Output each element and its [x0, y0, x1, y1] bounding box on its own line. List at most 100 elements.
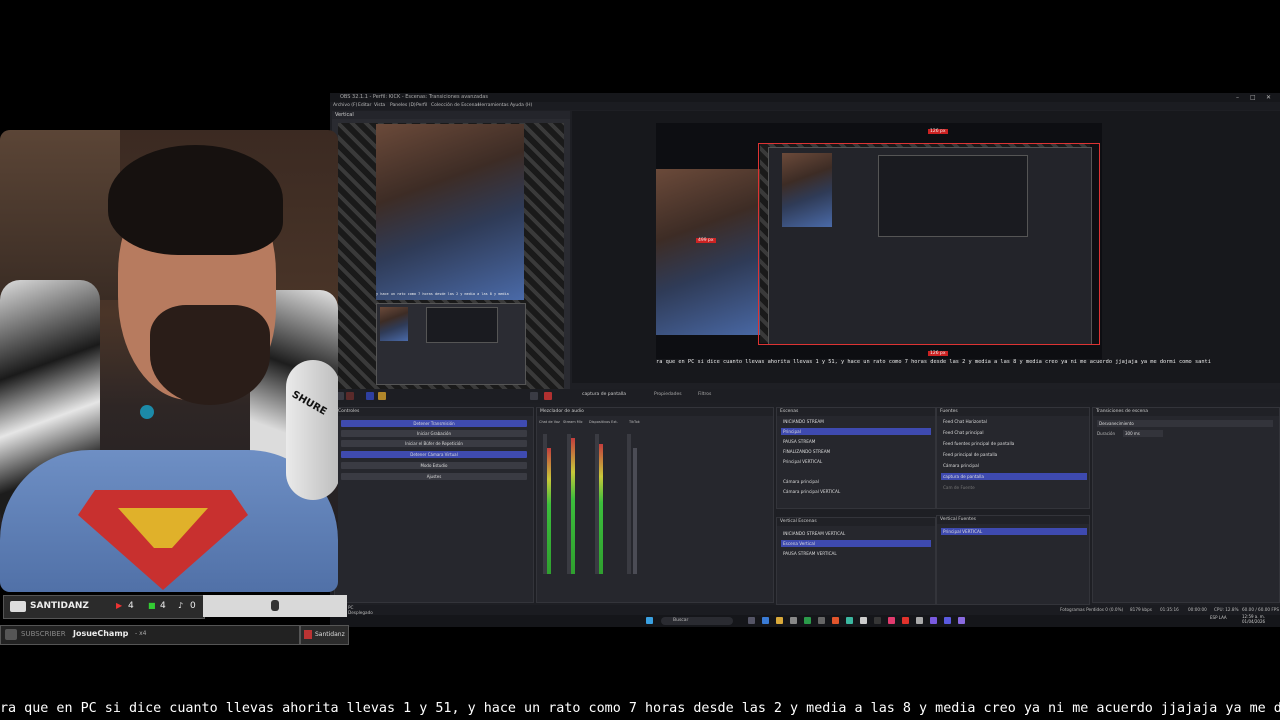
channel-3-label: Dispositivos Ext. — [589, 420, 618, 424]
taskbar-clock-date[interactable]: 01/04/2026 — [1242, 619, 1265, 624]
task-view-icon[interactable] — [748, 617, 755, 624]
app-icon[interactable] — [930, 617, 937, 624]
source-item[interactable]: Feed Chat principal — [941, 429, 1087, 436]
menu-archivo[interactable]: Archivo (F) — [333, 102, 357, 110]
toolbar-icon-3[interactable] — [366, 392, 374, 400]
xbox-icon[interactable] — [804, 617, 811, 624]
source-item[interactable]: Cámara principal — [941, 462, 1087, 469]
vertical-source-item-selected[interactable]: Principal VERTICAL — [941, 528, 1087, 535]
toolbar-icon-5[interactable] — [530, 392, 538, 400]
minimize-icon[interactable]: – — [1236, 93, 1239, 102]
status-frames: Fotogramas Perdidos 0 (0.0%) — [1060, 607, 1124, 612]
explorer-icon[interactable] — [776, 617, 783, 624]
vertical-scenes-title: Vertical Escenas — [777, 518, 935, 526]
status-bitrate: 8179 kbps — [1130, 607, 1152, 612]
discord-icon[interactable] — [944, 617, 951, 624]
vertical-caption: y hace un rato como 7 horas desde las 2 … — [376, 292, 509, 296]
subscriber-label: SUBSCRIBER — [21, 630, 66, 638]
obs-menubar: Archivo (F) Editar Vista Paneles (D) Per… — [330, 102, 1280, 110]
subscriber-extra: - x4 — [135, 630, 147, 637]
store-icon[interactable] — [790, 617, 797, 624]
menu-paneles[interactable]: Paneles (D) — [390, 102, 416, 110]
subtitle-caption: ra que en PC si dice cuanto llevas ahori… — [0, 701, 1280, 716]
scene-item[interactable]: Cámara principal — [781, 478, 931, 485]
menu-editar[interactable]: Editar — [358, 102, 371, 110]
preview-selection-box[interactable] — [758, 143, 1100, 345]
overlay-light-bar — [203, 595, 347, 617]
menu-perfil[interactable]: Perfil — [416, 102, 427, 110]
vertical-scene-item[interactable]: PAUSA STREAM VERTICAL — [781, 550, 931, 557]
vertical-sources-title: Vertical Fuentes — [937, 516, 1089, 524]
app-icon[interactable] — [902, 617, 909, 624]
properties-button[interactable]: Propiedades — [654, 392, 682, 397]
app-icon[interactable] — [832, 617, 839, 624]
preview-camera-feed — [656, 169, 772, 335]
vertical-scene-item-selected[interactable]: Escena Vertical — [781, 540, 931, 547]
scene-item[interactable]: Cámara principal VERTICAL — [781, 488, 931, 495]
stop-virtual-camera-button[interactable]: Detener Cámara Virtual — [341, 451, 527, 458]
source-item[interactable]: Feed Chat Horizontal — [941, 418, 1087, 425]
app-icon[interactable] — [916, 617, 923, 624]
toolbar-icon-2[interactable] — [346, 392, 354, 400]
earbud — [140, 405, 154, 419]
taskbar-language[interactable]: ESP LAA — [1210, 615, 1227, 620]
source-item[interactable]: Feed fuentes principal de pantalla — [941, 440, 1087, 447]
stop-stream-button[interactable]: Detener Transmisión — [341, 420, 527, 427]
app-icon[interactable] — [860, 617, 867, 624]
toolbar-icon-4[interactable] — [378, 392, 386, 400]
scene-item[interactable]: FINALIZANDO STREAM — [781, 448, 931, 455]
source-item[interactable]: Cam de Fuente — [941, 484, 1087, 491]
scene-item[interactable]: INICIANDO STREAM — [781, 418, 931, 425]
edge-icon[interactable] — [762, 617, 769, 624]
main-preview-canvas[interactable]: 126 px 126 px 499 px ra que en PC si dic… — [656, 123, 1211, 365]
source-toolbar: captura de pantalla Propiedades Filtros — [330, 389, 1280, 403]
start-recording-button[interactable]: Iniciar Grabación — [341, 430, 527, 437]
streamer-name-bar: SANTIDANZ ▶ 4 ■ 4 ♪ 0 — [3, 595, 205, 619]
controls-title: Controles — [335, 408, 533, 416]
vertical-preview-dock: Vertical y hace un rato como 7 horas des… — [332, 111, 570, 397]
settings-button[interactable]: Ajustes — [341, 473, 527, 480]
small-avatar — [304, 630, 312, 639]
small-name: Santidanz — [315, 631, 345, 638]
background-shelf — [0, 130, 120, 300]
settings-gear-icon[interactable] — [818, 617, 825, 624]
main-preview-area[interactable]: 126 px 126 px 499 px ra que en PC si dic… — [572, 111, 1280, 383]
menu-vista[interactable]: Vista — [374, 102, 385, 110]
audio-mixer-panel: Mezclador de audio Chat de Voz Stream Mi… — [536, 407, 774, 603]
source-item[interactable]: Feed principal de pantalla — [941, 451, 1087, 458]
scene-item-selected[interactable]: Principal — [781, 428, 931, 435]
audio-mixer-title: Mezclador de audio — [537, 408, 773, 416]
vertical-camera-feed — [376, 124, 524, 300]
channel-4-label: TikTok — [629, 420, 640, 424]
transition-type-select[interactable]: Desvanecimiento — [1097, 420, 1273, 427]
obs-window: OBS 32.1.1 - Perfil: KICK - Escenas: Tra… — [330, 93, 1280, 627]
taskbar-search[interactable]: Buscar — [661, 617, 733, 625]
menu-herramientas[interactable]: Herramientas — [478, 102, 509, 110]
app-icon[interactable] — [958, 617, 965, 624]
preview-caption: ra que en PC si dice cuanto llevas ahori… — [656, 359, 1211, 365]
menu-coleccion-escenas[interactable]: Colección de Escenas — [431, 102, 480, 110]
menu-ayuda[interactable]: Ayuda (H) — [510, 102, 532, 110]
source-item-selected[interactable]: captura de pantalla — [941, 473, 1087, 480]
sources-panel: Fuentes Feed Chat Horizontal Feed Chat p… — [936, 407, 1090, 509]
streamer-name: SANTIDANZ — [30, 601, 89, 611]
scene-item[interactable]: PAUSA STREAM — [781, 438, 931, 445]
scenes-title: Escenas — [777, 408, 935, 416]
tiktok-icon: ♪ — [178, 601, 184, 610]
close-icon[interactable]: ✕ — [1266, 93, 1271, 102]
filters-button[interactable]: Filtros — [698, 392, 711, 397]
app-icon[interactable] — [846, 617, 853, 624]
duration-input[interactable]: 300 ms — [1123, 430, 1163, 437]
scene-item[interactable]: Principal VERTICAL — [781, 458, 931, 465]
app-icon[interactable] — [888, 617, 895, 624]
obs-icon[interactable] — [874, 617, 881, 624]
vertical-scene-item[interactable]: INICIANDO STREAM VERTICAL — [781, 530, 931, 537]
record-icon[interactable] — [544, 392, 552, 400]
replay-buffer-button[interactable]: Iniciar el Búfer de Repetición — [341, 440, 527, 447]
toolbar-source-name: captura de pantalla — [582, 392, 627, 397]
maximize-icon[interactable]: □ — [1250, 93, 1256, 102]
controls-panel: Controles Detener Transmisión Iniciar Gr… — [334, 407, 534, 603]
studio-mode-button[interactable]: Modo Estudio — [341, 462, 527, 469]
channel-2-label: Stream Mic — [563, 420, 583, 424]
windows-start-icon[interactable] — [646, 617, 653, 624]
